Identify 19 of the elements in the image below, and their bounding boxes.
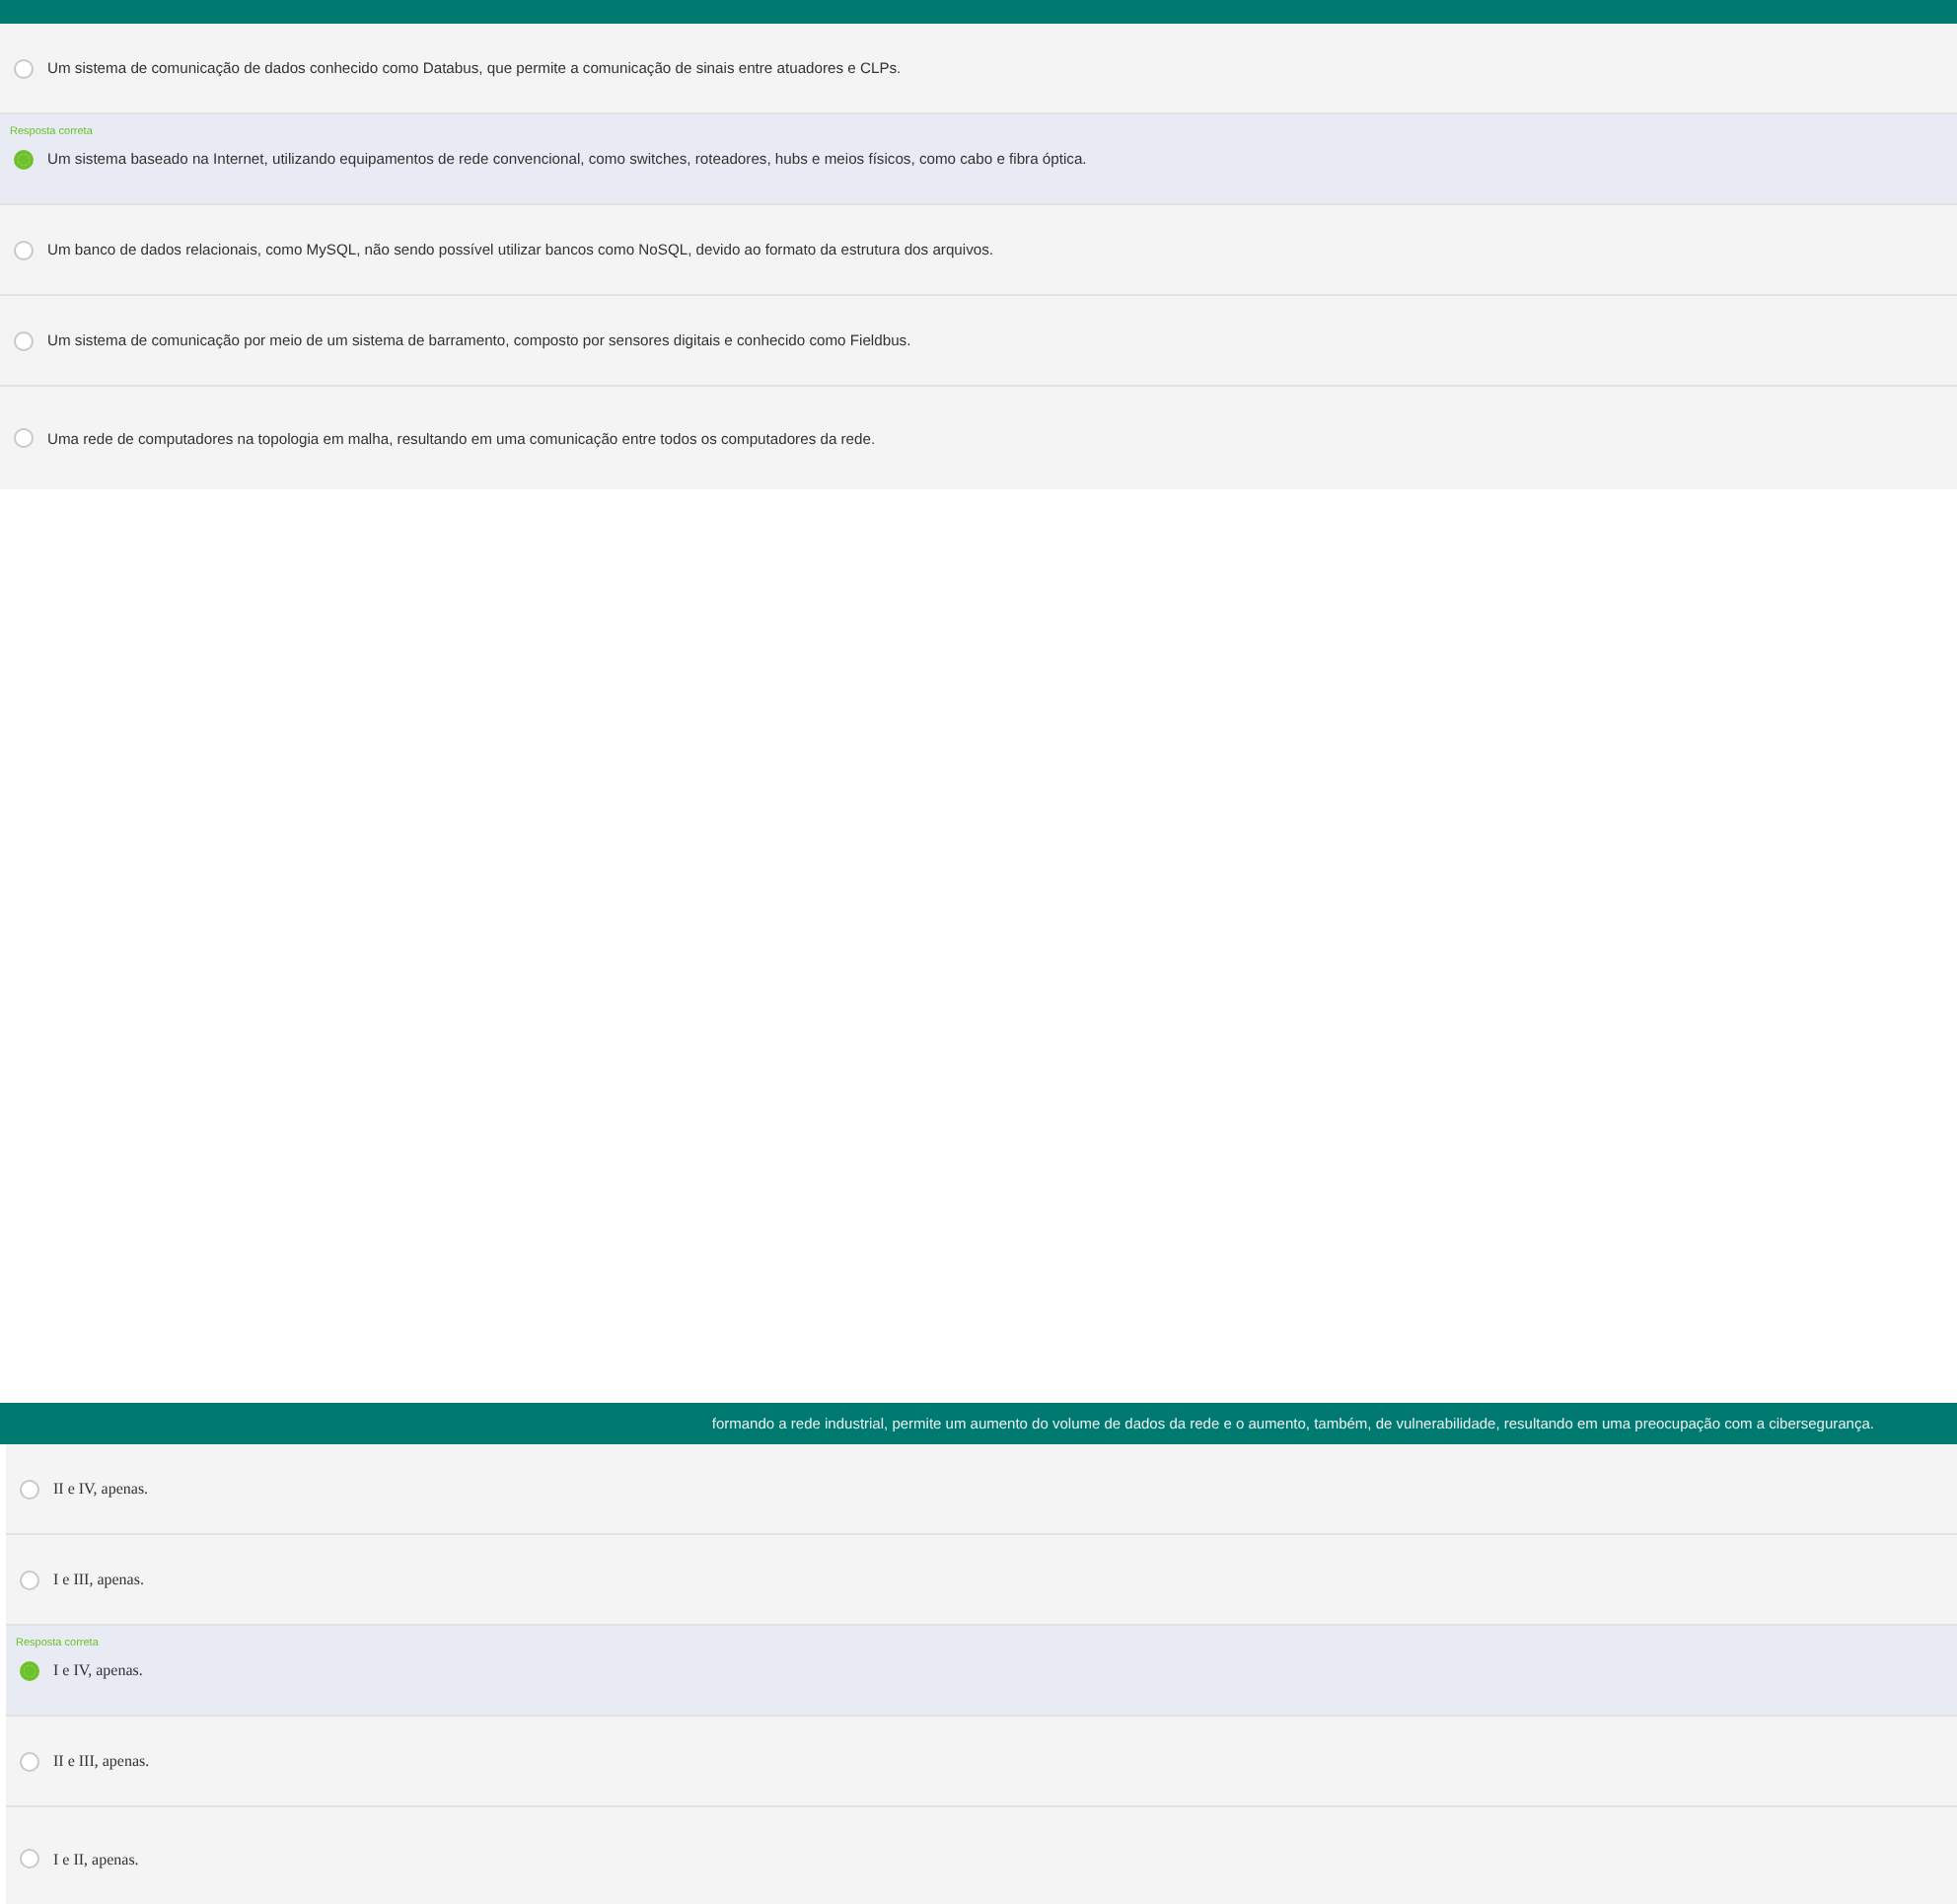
radio-button[interactable] (20, 1479, 39, 1499)
answer-text: I e IV, apenas. (53, 1661, 143, 1679)
answer-option[interactable]: II e IV, apenas. (6, 1444, 1957, 1535)
radio-button[interactable] (14, 149, 34, 169)
answer-option[interactable]: II e III, apenas. (6, 1717, 1957, 1807)
radio-button[interactable] (14, 330, 34, 350)
radio-button[interactable] (20, 1751, 39, 1771)
radio-button[interactable] (20, 1849, 39, 1868)
answer-text: II e IV, apenas. (53, 1480, 149, 1498)
radio-button[interactable] (20, 1570, 39, 1589)
answer-text: II e III, apenas. (53, 1752, 150, 1770)
radio-button[interactable] (14, 240, 34, 259)
answer-text: I e III, apenas. (53, 1571, 144, 1588)
radio-button[interactable] (14, 428, 34, 448)
answer-text: I e II, apenas. (53, 1850, 139, 1867)
radio-button[interactable] (20, 1660, 39, 1680)
answer-option[interactable]: I e III, apenas. (6, 1535, 1957, 1626)
radio-button[interactable] (14, 58, 34, 78)
answer-option[interactable]: I e II, apenas. (6, 1807, 1957, 1904)
